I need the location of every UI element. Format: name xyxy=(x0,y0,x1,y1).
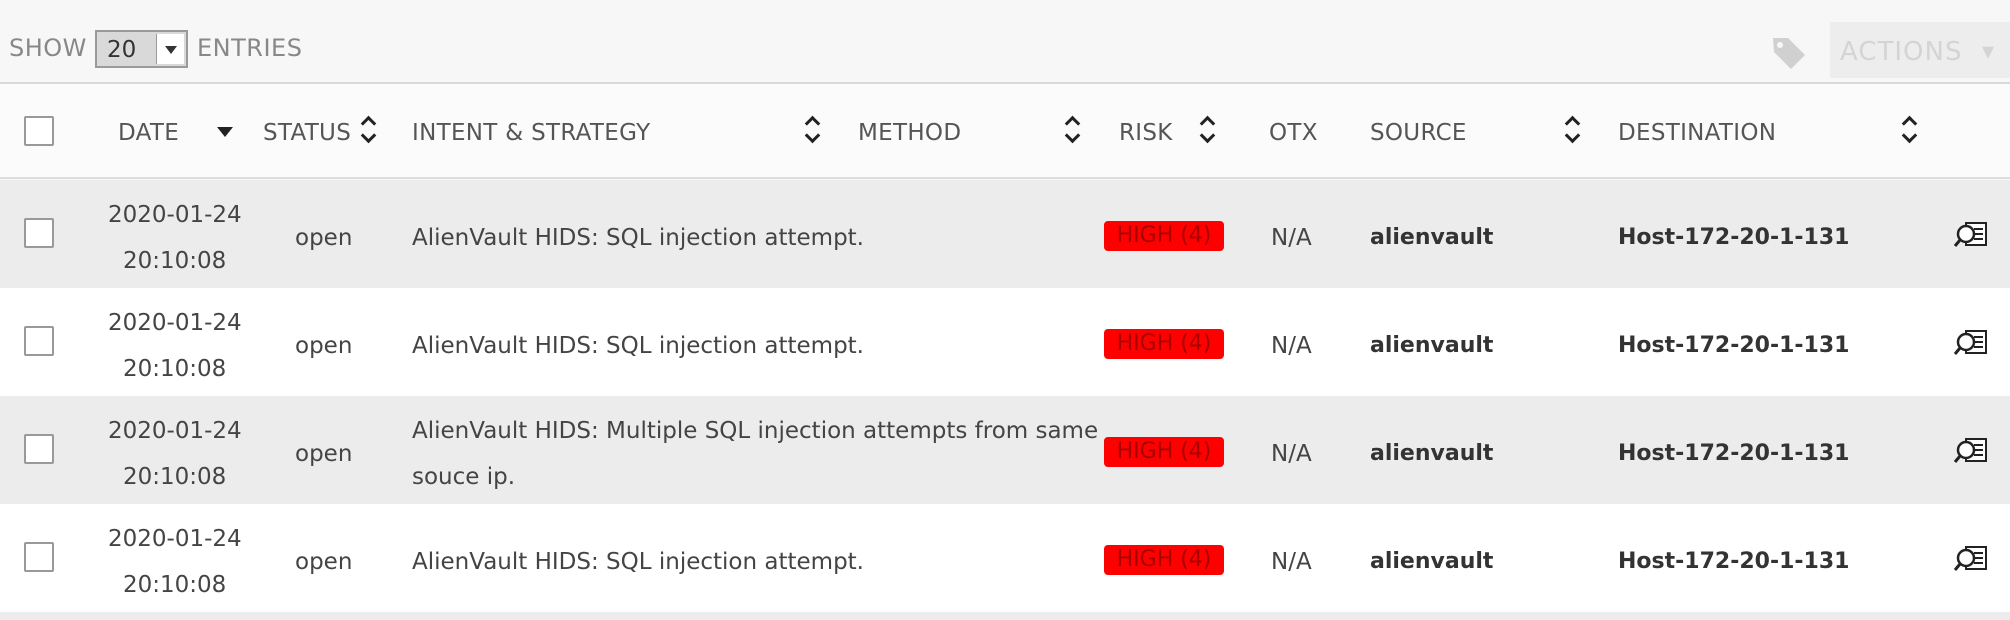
row-otx: N/A xyxy=(1271,441,1312,467)
row-checkbox[interactable] xyxy=(24,326,54,356)
row-source: alienvault xyxy=(1370,225,1494,250)
sort-icon[interactable] xyxy=(362,118,376,144)
search-detail-icon[interactable] xyxy=(1953,220,1989,250)
select-all-checkbox[interactable] xyxy=(24,116,54,146)
row-time: 20:10:08 xyxy=(123,464,227,490)
row-time: 20:10:08 xyxy=(123,356,227,382)
row-date: 2020-01-24 xyxy=(108,310,242,336)
chevron-down-icon[interactable] xyxy=(156,34,184,64)
row-destination: Host-172-20-1-131 xyxy=(1618,441,1850,466)
sort-icon[interactable] xyxy=(1066,118,1080,144)
row-status: open xyxy=(295,441,353,467)
row-destination: Host-172-20-1-131 xyxy=(1618,225,1850,250)
entries-select[interactable]: 20 xyxy=(95,30,188,68)
risk-badge: HIGH (4) xyxy=(1104,221,1224,251)
sort-descending-icon[interactable] xyxy=(217,127,233,137)
risk-badge: HIGH (4) xyxy=(1104,545,1224,575)
row-otx: N/A xyxy=(1271,333,1312,359)
row-intent: AlienVault HIDS: SQL injection attempt. xyxy=(412,225,864,251)
row-destination: Host-172-20-1-131 xyxy=(1618,333,1850,358)
chevron-down-icon: ▾ xyxy=(1982,37,1995,65)
sort-icon[interactable] xyxy=(1201,118,1215,144)
show-label: SHOW xyxy=(9,34,87,62)
sort-icon[interactable] xyxy=(806,118,820,144)
row-status: open xyxy=(295,549,353,575)
row-source: alienvault xyxy=(1370,441,1494,466)
risk-badge: HIGH (4) xyxy=(1104,437,1224,467)
row-intent: AlienVault HIDS: SQL injection attempt. xyxy=(412,333,864,359)
row-date: 2020-01-24 xyxy=(108,526,242,552)
row-intent: AlienVault HIDS: Multiple SQL injection … xyxy=(412,418,1099,444)
column-header-otx: OTX xyxy=(1269,120,1318,146)
table-row[interactable]: 2020-01-24 20:10:08 open AlienVault HIDS… xyxy=(0,288,2010,396)
search-detail-icon[interactable] xyxy=(1953,328,1989,358)
table-row[interactable]: 2020-01-24 20:10:08 open AlienVault HIDS… xyxy=(0,180,2010,288)
row-otx: N/A xyxy=(1271,549,1312,575)
sort-icon[interactable] xyxy=(1566,118,1580,144)
row-time: 20:10:08 xyxy=(123,248,227,274)
search-detail-icon[interactable] xyxy=(1953,544,1989,574)
next-row-edge xyxy=(0,612,2010,620)
column-header-method[interactable]: METHOD xyxy=(858,120,961,146)
row-date: 2020-01-24 xyxy=(108,418,242,444)
entries-select-value: 20 xyxy=(107,37,137,63)
column-header-date[interactable]: DATE xyxy=(118,120,179,146)
column-header-intent[interactable]: INTENT & STRATEGY xyxy=(412,120,650,146)
row-intent: AlienVault HIDS: SQL injection attempt. xyxy=(412,549,864,575)
row-status: open xyxy=(295,333,353,359)
tag-icon[interactable] xyxy=(1770,34,1808,72)
row-intent-continued: souce ip. xyxy=(412,464,516,490)
actions-label: ACTIONS xyxy=(1840,37,1963,67)
table-row[interactable]: 2020-01-24 20:10:08 open AlienVault HIDS… xyxy=(0,396,2010,504)
row-checkbox[interactable] xyxy=(24,434,54,464)
row-source: alienvault xyxy=(1370,333,1494,358)
row-checkbox[interactable] xyxy=(24,542,54,572)
actions-button[interactable]: ACTIONS ▾ xyxy=(1830,22,2010,78)
table-header: DATE STATUS INTENT & STRATEGY METHOD RIS… xyxy=(0,84,2010,179)
row-destination: Host-172-20-1-131 xyxy=(1618,549,1850,574)
column-header-risk[interactable]: RISK xyxy=(1119,120,1173,146)
row-date: 2020-01-24 xyxy=(108,202,242,228)
column-header-status[interactable]: STATUS xyxy=(263,120,351,146)
risk-badge: HIGH (4) xyxy=(1104,329,1224,359)
sort-icon[interactable] xyxy=(1903,118,1917,144)
table-row[interactable]: 2020-01-24 20:10:08 open AlienVault HIDS… xyxy=(0,504,2010,612)
table-toolbar: SHOW 20 ENTRIES ACTIONS ▾ xyxy=(0,0,2010,84)
column-header-source[interactable]: SOURCE xyxy=(1370,120,1467,146)
row-checkbox[interactable] xyxy=(24,218,54,248)
column-header-destination[interactable]: DESTINATION xyxy=(1618,120,1776,146)
entries-label: ENTRIES xyxy=(197,34,303,62)
row-source: alienvault xyxy=(1370,549,1494,574)
row-otx: N/A xyxy=(1271,225,1312,251)
row-status: open xyxy=(295,225,353,251)
row-time: 20:10:08 xyxy=(123,572,227,598)
search-detail-icon[interactable] xyxy=(1953,436,1989,466)
